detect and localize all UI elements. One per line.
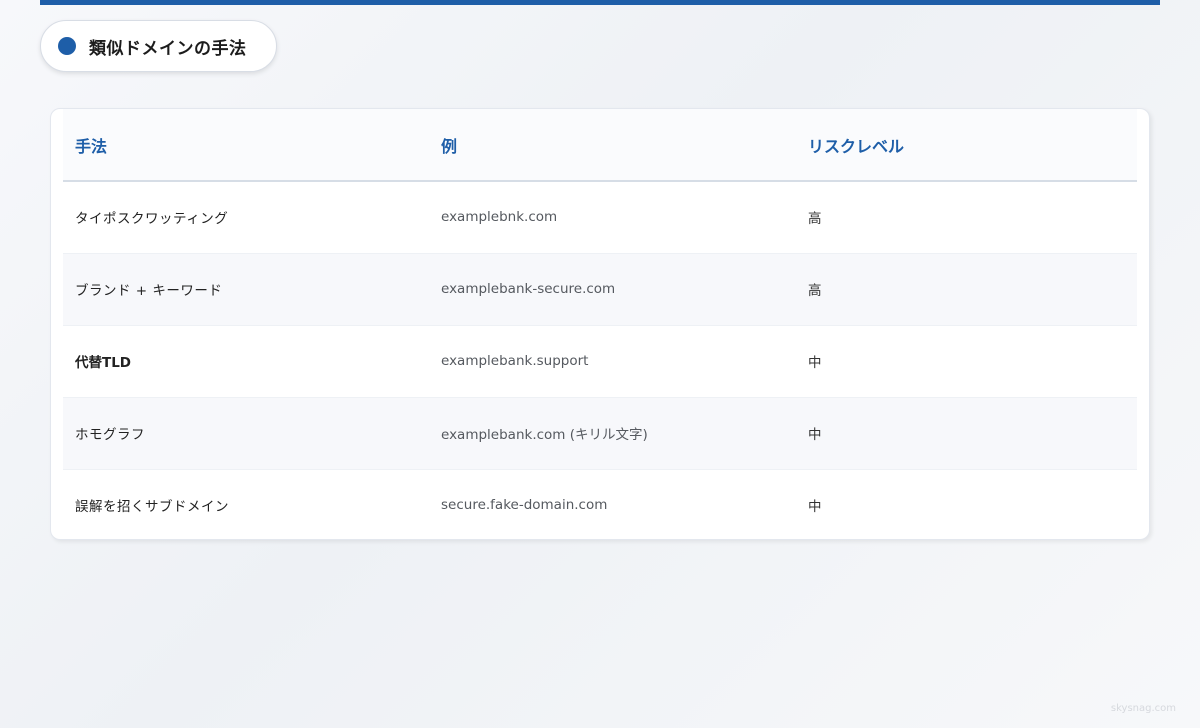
table-row: ホモグラフ examplebank.com (キリル文字) 中 (63, 397, 1137, 470)
domain-techniques-card: 手法 例 リスクレベル タイポスクワッティング examplebnk.com 高… (50, 108, 1150, 540)
method-cell: 代替TLD (63, 325, 429, 398)
column-header-risk-level: リスクレベル (796, 109, 1137, 182)
example-cell: examplebank.com (キリル文字) (429, 397, 796, 470)
column-header-example: 例 (429, 109, 796, 182)
top-accent-bar (40, 0, 1160, 5)
table-header-row: 手法 例 リスクレベル (63, 109, 1137, 182)
column-header-method: 手法 (63, 109, 429, 182)
method-cell: ブランド + キーワード (63, 253, 429, 326)
watermark-text: skysnag.com (1110, 703, 1176, 714)
risk-cell: 中 (808, 499, 822, 516)
example-cell: examplebank-secure.com (429, 253, 796, 326)
table-row: ブランド + キーワード examplebank-secure.com 高 (63, 253, 1137, 326)
method-cell: 誤解を招くサブドメイン (75, 499, 229, 516)
section-title: 類似ドメインの手法 (89, 38, 247, 59)
method-cell: ホモグラフ (63, 397, 429, 470)
risk-cell: 高 (796, 181, 1137, 254)
bullet-dot-icon (58, 37, 76, 55)
domain-techniques-table: 手法 例 リスクレベル タイポスクワッティング examplebnk.com 高… (63, 109, 1137, 541)
section-title-pill: 類似ドメインの手法 (40, 20, 277, 72)
table-row: タイポスクワッティング examplebnk.com 高 (63, 181, 1137, 254)
method-cell: タイポスクワッティング (63, 181, 429, 254)
example-cell: examplebank.support (429, 325, 796, 398)
table-row: 誤解を招くサブドメイン secure.fake-domain.com 中 (63, 469, 1137, 541)
table-row: 代替TLD examplebank.support 中 (63, 325, 1137, 398)
example-cell: examplebnk.com (429, 181, 796, 254)
risk-cell: 高 (796, 253, 1137, 326)
risk-cell: 中 (796, 397, 1137, 470)
risk-cell: 中 (796, 325, 1137, 398)
example-cell: secure.fake-domain.com (441, 497, 608, 514)
